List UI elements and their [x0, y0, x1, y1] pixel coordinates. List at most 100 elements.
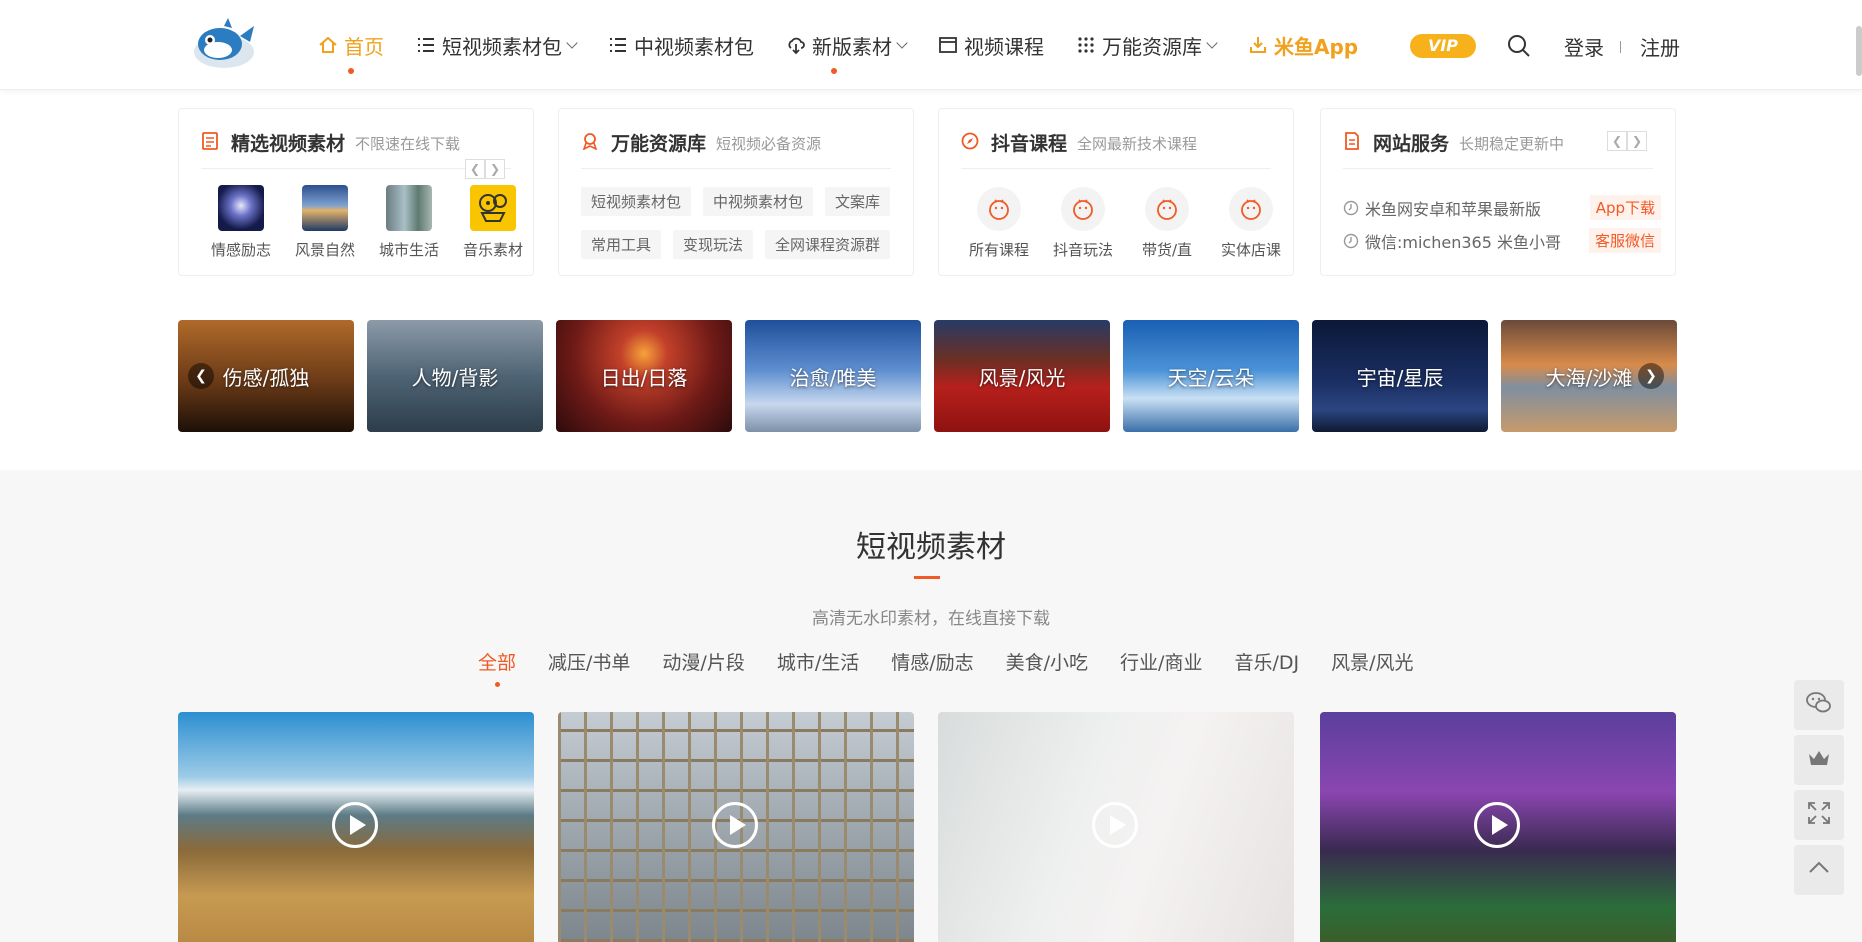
- featured-item[interactable]: 风景自然: [283, 185, 367, 260]
- fullscreen-tool[interactable]: [1794, 790, 1844, 840]
- card-subtitle: 不限速在线下载: [355, 135, 461, 153]
- course-item[interactable]: 所有课程: [957, 187, 1041, 260]
- banner-universe-stars[interactable]: 宇宙/星辰: [1312, 320, 1488, 432]
- course-label: 所有课程: [968, 241, 1029, 259]
- scrollbar[interactable]: [1856, 26, 1862, 76]
- play-icon[interactable]: [1474, 802, 1520, 848]
- resource-tag[interactable]: 常用工具: [581, 230, 662, 259]
- resource-tag[interactable]: 变现玩法: [673, 230, 754, 259]
- resource-tag[interactable]: 中视频素材包: [703, 187, 814, 216]
- clock-icon: [1343, 233, 1359, 249]
- nav-short-video-pack[interactable]: 短视频素材包: [416, 31, 578, 60]
- course-item[interactable]: 抖音玩法: [1041, 187, 1125, 260]
- featured-item-label: 风景自然: [294, 241, 355, 259]
- chevron-down-icon: [896, 37, 908, 49]
- banner-scenery[interactable]: 风景/风光: [934, 320, 1110, 432]
- resource-library-card: 万能资源库 短视频必备资源 短视频素材包 中视频素材包 文案库 常用工具 变现玩…: [558, 108, 914, 276]
- home-icon: [318, 35, 338, 55]
- nav-short-video-pack-label: 短视频素材包: [442, 34, 562, 59]
- app-download-button[interactable]: App下载: [1589, 195, 1661, 220]
- card-title: 抖音课程: [991, 133, 1068, 155]
- filter-item[interactable]: 风景/风光: [1331, 648, 1413, 675]
- banner-prev-icon[interactable]: ❮: [188, 363, 214, 389]
- register-link[interactable]: 注册: [1640, 32, 1680, 61]
- course-item[interactable]: 实体店课: [1209, 187, 1293, 260]
- banner-sunrise-sunset[interactable]: 日出/日落: [556, 320, 732, 432]
- banner-label: 伤感/孤独: [222, 365, 310, 390]
- featured-item[interactable]: 音乐素材: [451, 185, 535, 260]
- smile-icon: [1145, 187, 1189, 231]
- card-title: 精选视频素材: [231, 133, 346, 155]
- nav-mid-video-pack-label: 中视频素材包: [634, 34, 754, 59]
- play-icon[interactable]: [332, 802, 378, 848]
- nav-video-courses[interactable]: 视频课程: [938, 31, 1044, 60]
- nav-resource-library[interactable]: 万能资源库: [1076, 31, 1218, 60]
- nav-mid-video-pack[interactable]: 中视频素材包: [608, 31, 754, 60]
- card-subtitle: 长期稳定更新中: [1459, 135, 1565, 153]
- course-item[interactable]: 带货/直: [1125, 187, 1209, 260]
- nav-app[interactable]: 米鱼App: [1248, 31, 1358, 60]
- arrow-left-icon[interactable]: ❮: [465, 159, 485, 179]
- chevron-up-icon: [1805, 854, 1833, 886]
- card-title: 万能资源库: [611, 133, 707, 155]
- featured-item-label: 音乐素材: [462, 241, 523, 259]
- filter-all[interactable]: 全部: [478, 648, 516, 687]
- filter-item[interactable]: 美食/小吃: [1006, 648, 1088, 675]
- award-icon: [581, 132, 599, 151]
- banner-next-icon[interactable]: ❯: [1638, 363, 1664, 389]
- city-thumb: [386, 185, 432, 231]
- scenery-thumb: [302, 185, 348, 231]
- filter-item[interactable]: 情感/励志: [891, 648, 973, 675]
- download-icon: [1248, 35, 1268, 55]
- list-icon: [416, 35, 436, 55]
- play-icon[interactable]: [1092, 802, 1138, 848]
- card-header: 万能资源库 短视频必备资源: [581, 129, 891, 169]
- filter-item[interactable]: 行业/商业: [1120, 648, 1202, 675]
- banner-people-back[interactable]: 人物/背影: [367, 320, 543, 432]
- back-to-top-tool[interactable]: [1794, 845, 1844, 895]
- arrow-left-icon[interactable]: ❮: [1607, 131, 1627, 151]
- featured-arrows: ❮ ❯: [465, 159, 505, 179]
- service-row: 微信:michen365 米鱼小哥 客服微信: [1343, 228, 1661, 253]
- category-filters: 全部 减压/书单 动漫/片段 城市/生活 情感/励志 美食/小吃 行业/商业 音…: [478, 648, 1446, 687]
- video-card-stocks[interactable]: [938, 712, 1294, 942]
- resource-tag[interactable]: 全网课程资源群: [765, 230, 891, 259]
- wechat-service-button[interactable]: 客服微信: [1588, 228, 1661, 253]
- featured-item[interactable]: 情感励志: [199, 185, 283, 260]
- login-link[interactable]: 登录: [1564, 32, 1604, 61]
- banner-healing[interactable]: 治愈/唯美: [745, 320, 921, 432]
- arrow-right-icon[interactable]: ❯: [1627, 131, 1647, 151]
- filter-item[interactable]: 音乐/DJ: [1234, 648, 1299, 675]
- new-dot: [831, 67, 837, 74]
- wechat-tool[interactable]: [1794, 680, 1844, 730]
- arrow-right-icon[interactable]: ❯: [485, 159, 505, 179]
- service-row: 米鱼网安卓和苹果最新版 App下载: [1343, 195, 1661, 220]
- nav-new-materials[interactable]: 新版素材: [786, 31, 908, 74]
- banner-sky-clouds[interactable]: 天空/云朵: [1123, 320, 1299, 432]
- card-subtitle: 短视频必备资源: [716, 135, 822, 153]
- video-card-beach[interactable]: [178, 712, 534, 942]
- video-card-construction[interactable]: [558, 712, 914, 942]
- cloud-download-icon: [786, 35, 806, 55]
- section-underline: [914, 576, 940, 579]
- active-dot: [495, 682, 500, 687]
- play-icon[interactable]: [712, 802, 758, 848]
- featured-item[interactable]: 城市生活: [367, 185, 451, 260]
- service-text: 微信:michen365 米鱼小哥: [1365, 232, 1561, 252]
- featured-item-label: 情感励志: [210, 241, 271, 259]
- search-icon[interactable]: [1506, 33, 1532, 59]
- filter-item[interactable]: 动漫/片段: [662, 648, 744, 675]
- resource-tag[interactable]: 短视频素材包: [581, 187, 692, 216]
- compass-icon: [961, 132, 979, 150]
- service-arrows: ❮ ❯: [1607, 131, 1647, 151]
- vip-tool[interactable]: [1794, 735, 1844, 785]
- site-logo[interactable]: [188, 16, 260, 72]
- emotion-thumb: [218, 185, 264, 231]
- vip-badge[interactable]: VIP: [1410, 34, 1476, 58]
- filter-item[interactable]: 减压/书单: [548, 648, 630, 675]
- resource-tag[interactable]: 文案库: [825, 187, 891, 216]
- video-card-nightclub[interactable]: [1320, 712, 1676, 942]
- nav-video-courses-label: 视频课程: [964, 34, 1044, 59]
- filter-item[interactable]: 城市/生活: [777, 648, 859, 675]
- nav-home[interactable]: 首页: [318, 31, 384, 74]
